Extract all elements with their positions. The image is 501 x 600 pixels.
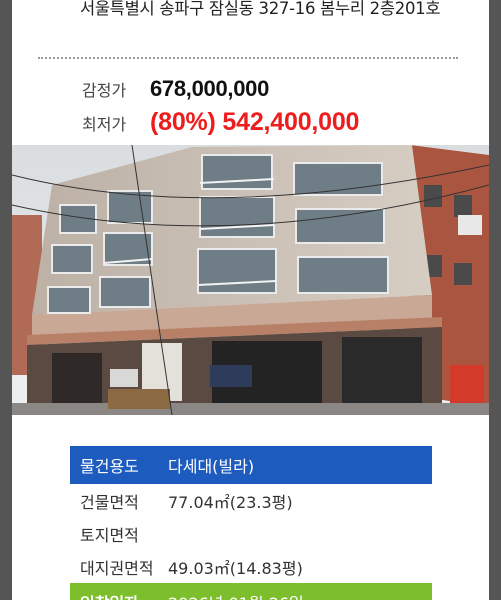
detail-label: 입찰일자 (70, 590, 168, 600)
detail-row-bid-date: 입찰일자 2026년 01월 26일 (70, 583, 432, 600)
detail-row-usage: 물건용도 다세대(빌라) (70, 446, 432, 484)
appraisal-value: 678,000,000 (150, 76, 270, 101)
appraisal-label: 감정가 (82, 81, 127, 100)
detail-row-land-area: 토지면적 (70, 517, 432, 550)
detail-value: 49.03㎡(14.83평) (168, 558, 303, 578)
minimum-price-row: 최저가 (80%) 542,400,000 (82, 108, 359, 137)
dotted-divider (38, 57, 458, 59)
listing-card: 서울특별시 송파구 잠실동 327-16 봄누리 2층201호 감정가 678,… (12, 0, 489, 600)
minimum-price-value: (80%) 542,400,000 (150, 108, 360, 136)
detail-label: 건물면적 (80, 492, 139, 512)
detail-label: 토지면적 (80, 525, 139, 545)
detail-value: 다세대(빌라) (168, 457, 255, 476)
detail-label: 물건용도 (80, 457, 139, 476)
detail-value: 77.04㎡(23.3평) (168, 492, 293, 512)
building-photo[interactable] (12, 145, 489, 415)
detail-value: 2026년 01월 26일 (168, 590, 432, 600)
detail-row-land-right-area: 대지권면적 49.03㎡(14.83평) (70, 550, 432, 583)
minimum-price-label: 최저가 (82, 115, 127, 134)
detail-row-building-area: 건물면적 77.04㎡(23.3평) (70, 484, 432, 517)
property-address: 서울특별시 송파구 잠실동 327-16 봄누리 2층201호 (80, 0, 441, 18)
detail-label: 대지권면적 (80, 558, 154, 578)
property-details: 물건용도 다세대(빌라) 건물면적 77.04㎡(23.3평) 토지면적 대지권… (70, 446, 432, 600)
appraisal-row: 감정가 678,000,000 (82, 76, 269, 102)
